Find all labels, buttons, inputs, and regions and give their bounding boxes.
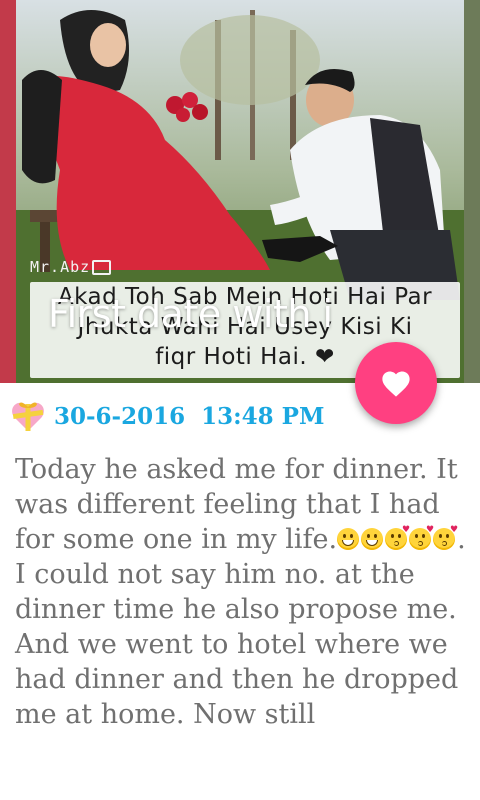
kissing-emoji-icon: ♥ <box>385 526 410 550</box>
entry-paragraph: Today he asked me for dinner. It was dif… <box>15 452 470 557</box>
entry-title: First date with i <box>48 292 333 336</box>
kissing-emoji-icon: ♥ <box>409 526 434 550</box>
entry-text: Today he asked me for dinner. It was dif… <box>15 452 470 732</box>
entry-paragraph: I could not say him no. at the dinner ti… <box>15 559 457 625</box>
photo-watermark: Mr.Abz <box>30 258 112 276</box>
favorite-button[interactable] <box>355 342 437 424</box>
entry-datetime: 30-6-2016 13:48 PM <box>10 396 324 436</box>
hero-image: Mr.Abz Akad Toh Sab Mein Hoti Hai Par Jh… <box>0 0 480 383</box>
grinning-emoji-icon <box>337 528 360 550</box>
gift-heart-icon <box>12 402 44 431</box>
heart-icon <box>382 371 410 397</box>
camera-icon <box>92 260 112 275</box>
entry-time: 13:48 PM <box>201 402 325 430</box>
watermark-text: Mr.Abz <box>30 258 91 276</box>
entry-paragraph: And we went to hotel where we had dinner… <box>15 629 459 730</box>
entry-date: 30-6-2016 <box>54 402 186 430</box>
grinning-emoji-icon <box>361 528 384 550</box>
paragraph-end: . <box>457 524 466 555</box>
kissing-emoji-icon: ♥ <box>433 526 458 550</box>
